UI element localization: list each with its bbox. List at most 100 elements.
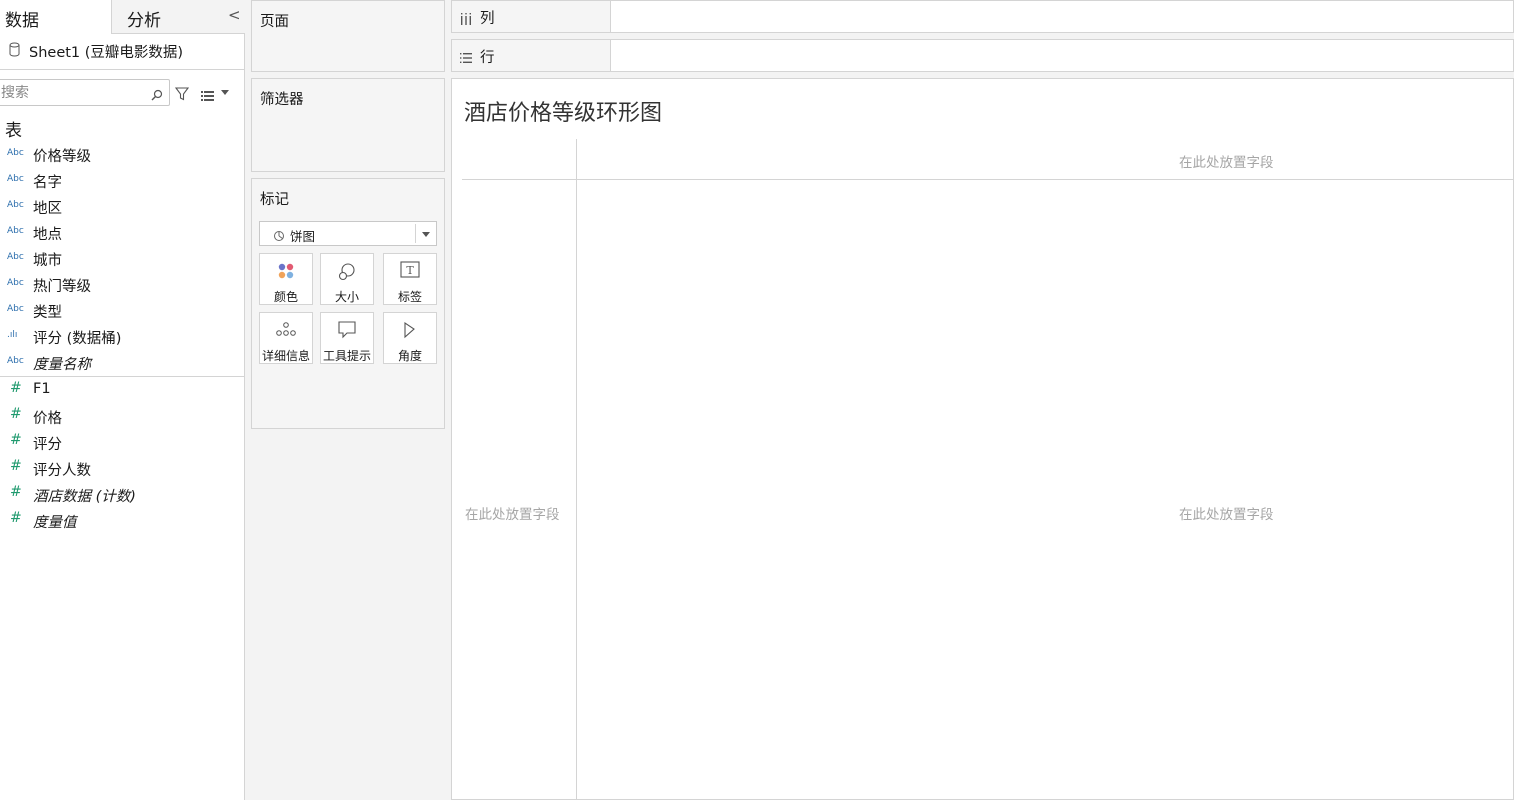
rows-icon <box>460 49 472 68</box>
columns-shelf[interactable]: 列 <box>451 0 1514 33</box>
string-type-icon: Abc <box>7 148 24 158</box>
detail-button[interactable]: 详细信息 <box>259 312 313 364</box>
color-button[interactable]: 颜色 <box>259 253 313 305</box>
collapse-pane-icon[interactable]: < <box>228 6 241 24</box>
field-label: 评分人数 <box>33 463 91 479</box>
svg-text:T: T <box>406 264 414 277</box>
angle-button[interactable]: 角度 <box>383 312 437 364</box>
field-label: 度量值 <box>33 515 77 531</box>
table-heading: 表 <box>5 121 22 141</box>
pie-chart-icon <box>273 227 285 246</box>
mark-type-label: 饼图 <box>290 229 316 244</box>
string-type-icon: Abc <box>7 226 24 236</box>
number-type-icon: # <box>10 380 22 396</box>
size-label: 大小 <box>334 290 359 304</box>
label-label: 标签 <box>397 290 422 304</box>
dimension-measure-divider <box>0 376 245 377</box>
field-popularity-level[interactable]: Abc 热门等级 <box>0 272 245 298</box>
worksheet-view[interactable]: 酒店价格等级环形图 在此处放置字段 在此处放置字段 在此处放置字段 <box>451 78 1514 800</box>
columns-shelf-header: 列 <box>452 1 611 32</box>
row-header-divider <box>576 139 577 800</box>
columns-label: 列 <box>480 11 495 27</box>
marks-title: 标记 <box>260 192 289 208</box>
bins-type-icon: .ılı <box>7 330 18 340</box>
dropdown-separator <box>415 224 416 243</box>
tooltip-icon <box>321 320 373 342</box>
filters-title: 筛选器 <box>260 92 304 108</box>
field-label: 价格等级 <box>33 149 91 165</box>
view-drop-zone[interactable]: 在此处放置字段 <box>1179 503 1274 523</box>
field-label: F1 <box>33 381 51 397</box>
rows-shelf[interactable]: 行 <box>451 39 1514 72</box>
pages-card[interactable]: 页面 <box>251 0 445 72</box>
label-button[interactable]: T 标签 <box>383 253 437 305</box>
rows-shelf-header: 行 <box>452 40 611 71</box>
search-icon[interactable] <box>151 86 163 105</box>
field-label: 名字 <box>33 175 62 191</box>
number-type-icon: # <box>10 484 22 500</box>
filters-card[interactable]: 筛选器 <box>251 78 445 172</box>
chevron-down-icon[interactable] <box>221 90 229 95</box>
search-box[interactable] <box>0 79 170 106</box>
rows-drop-zone[interactable]: 在此处放置字段 <box>465 503 560 523</box>
column-header-divider <box>462 179 1514 180</box>
field-price[interactable]: # 价格 <box>0 404 245 430</box>
search-input[interactable] <box>1 83 146 102</box>
field-rating-bins[interactable]: .ılı 评分 (数据桶) <box>0 324 245 350</box>
field-label: 度量名称 <box>33 357 91 373</box>
worksheet-title[interactable]: 酒店价格等级环形图 <box>464 95 662 127</box>
columns-icon <box>460 10 472 29</box>
number-type-icon: # <box>10 406 22 422</box>
field-label: 酒店数据 (计数) <box>33 489 136 505</box>
field-location[interactable]: Abc 地点 <box>0 220 245 246</box>
columns-drop-zone[interactable]: 在此处放置字段 <box>1179 151 1274 171</box>
size-button[interactable]: 大小 <box>320 253 374 305</box>
string-type-icon: Abc <box>7 356 24 366</box>
field-label: 地区 <box>33 201 62 217</box>
pages-title: 页面 <box>260 14 289 30</box>
field-region[interactable]: Abc 地区 <box>0 194 245 220</box>
field-measure-names[interactable]: Abc 度量名称 <box>0 350 245 376</box>
field-label: 地点 <box>33 227 62 243</box>
chevron-down-icon[interactable] <box>422 232 430 237</box>
angle-label: 角度 <box>397 349 422 363</box>
field-f1[interactable]: # F1 <box>0 378 245 404</box>
tab-data[interactable]: 数据 <box>0 0 112 34</box>
field-price-level[interactable]: Abc 价格等级 <box>0 142 245 168</box>
number-type-icon: # <box>10 510 22 526</box>
field-label: 城市 <box>33 253 62 269</box>
field-rating[interactable]: # 评分 <box>0 430 245 456</box>
field-name[interactable]: Abc 名字 <box>0 168 245 194</box>
field-measure-values[interactable]: # 度量值 <box>0 508 245 534</box>
string-type-icon: Abc <box>7 200 24 210</box>
number-type-icon: # <box>10 458 22 474</box>
tab-analysis[interactable]: 分析 <box>112 0 222 33</box>
number-type-icon: # <box>10 432 22 448</box>
detail-icon <box>260 320 312 342</box>
color-label: 颜色 <box>273 290 298 304</box>
angle-icon <box>384 320 436 342</box>
field-type[interactable]: Abc 类型 <box>0 298 245 324</box>
field-label: 热门等级 <box>33 279 91 295</box>
field-hotel-data-count[interactable]: # 酒店数据 (计数) <box>0 482 245 508</box>
size-icon <box>321 261 373 283</box>
string-type-icon: Abc <box>7 252 24 262</box>
data-source-name[interactable]: Sheet1 (豆瓣电影数据) <box>29 41 183 62</box>
field-label: 类型 <box>33 305 62 321</box>
color-icon <box>260 261 312 283</box>
field-rating-count[interactable]: # 评分人数 <box>0 456 245 482</box>
field-label: 评分 <box>33 437 62 453</box>
mark-type-dropdown[interactable]: 饼图 <box>259 221 437 246</box>
list-view-icon[interactable] <box>201 87 215 106</box>
tooltip-button[interactable]: 工具提示 <box>320 312 374 364</box>
tableau-workspace: 数据 分析 < Sheet1 (豆瓣电影数据) 表 Abc 价格等级 Abc <box>0 0 1514 800</box>
string-type-icon: Abc <box>7 174 24 184</box>
field-city[interactable]: Abc 城市 <box>0 246 245 272</box>
database-icon <box>9 42 20 61</box>
field-label: 价格 <box>33 411 62 427</box>
rows-label: 行 <box>480 50 495 66</box>
label-icon: T <box>384 261 436 283</box>
filter-icon[interactable] <box>174 86 190 105</box>
field-label: 评分 (数据桶) <box>33 331 122 347</box>
string-type-icon: Abc <box>7 304 24 314</box>
